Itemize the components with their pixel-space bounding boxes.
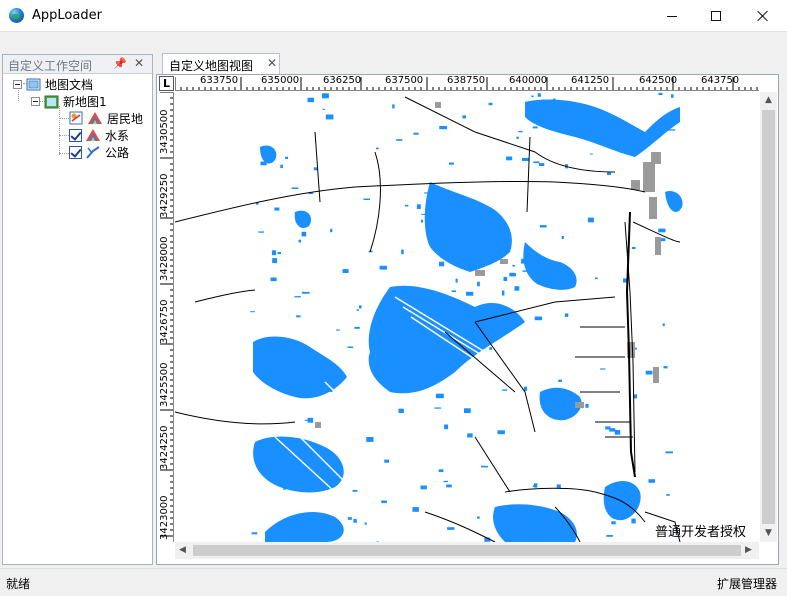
license-watermark: 普通开发者授权 [655, 525, 747, 540]
horizontal-scroll-thumb[interactable] [193, 545, 741, 556]
ruler-corner[interactable]: L [159, 76, 174, 91]
ruler-y-label: 3426750 [159, 299, 170, 344]
scroll-left-icon[interactable]: ◀ [179, 545, 186, 555]
tab-map-view[interactable]: 自定义地图视图 ✕ [162, 53, 280, 74]
extension-manager-link[interactable]: 扩展管理器 [717, 575, 777, 592]
ruler-y-label: 3424250 [159, 425, 170, 470]
ruler-x-label: 640000 [509, 75, 548, 86]
ruler-x-label: 641250 [571, 75, 610, 86]
workspace-panel-header: 自定义工作空间 📌 ✕ [3, 55, 152, 74]
ruler-x-label: 642500 [639, 75, 678, 86]
ruler-x-label: 637500 [385, 75, 424, 86]
layer-label: 水系 [105, 129, 130, 143]
status-text: 就绪 [6, 577, 31, 591]
layer-item-road[interactable]: 公路 [69, 144, 129, 161]
tree-node-map-document[interactable]: 地图文档 [13, 76, 93, 93]
line-layer-icon [86, 146, 100, 159]
tab-map-view-label: 自定义地图视图 [169, 59, 254, 73]
minimize-icon [667, 15, 677, 17]
ruler-y-label: 3425500 [159, 362, 170, 407]
layer-checkbox[interactable] [69, 129, 82, 142]
ruler-x-label: 633750 [200, 75, 239, 86]
window-title: AppLoader [32, 8, 102, 23]
layer-checkbox[interactable] [69, 146, 82, 159]
tree-node-new-map[interactable]: 新地图1 [31, 93, 107, 110]
scroll-right-icon[interactable]: ▶ [745, 545, 752, 555]
maximize-icon [711, 11, 721, 21]
scroll-down-icon[interactable]: ▼ [765, 528, 772, 538]
ruler-y-label: 3430500 [159, 109, 170, 154]
map-drawing [175, 92, 683, 542]
tree-label-new-map: 新地图1 [63, 95, 107, 109]
app-globe-icon [9, 8, 24, 23]
layer-label: 公路 [105, 146, 130, 160]
ruler-y-label: 3429250 [159, 173, 170, 218]
layer-item-water[interactable]: 水系 [69, 127, 129, 144]
map-canvas[interactable] [175, 92, 759, 542]
horizontal-ruler: 633750 635000 636250 637500 638750 64000… [175, 75, 759, 91]
layer-label: 居民地 [107, 112, 144, 126]
ruler-x-label: 643750 [701, 75, 740, 86]
polygon-layer-icon [88, 112, 102, 124]
map-document-icon [26, 78, 41, 90]
vertical-scroll-thumb[interactable] [762, 110, 775, 524]
close-icon [757, 10, 769, 22]
workspace-panel: 自定义工作空间 📌 ✕ 地图文档 新地图1 居民地 水系 公路 [2, 54, 153, 565]
collapse-icon[interactable] [13, 80, 22, 89]
vertical-ruler: 3430500 3429250 3428000 3426750 3425500 … [158, 92, 174, 542]
ruler-y-label: 3423000 [159, 495, 170, 540]
status-bar: 就绪 扩展管理器 [0, 568, 787, 596]
minimize-button[interactable] [649, 0, 695, 32]
horizontal-scrollbar[interactable]: ◀ ▶ [175, 542, 759, 559]
maximize-button[interactable] [693, 0, 739, 32]
ruler-x-label: 638750 [447, 75, 486, 86]
ruler-x-label: 635000 [261, 75, 300, 86]
tab-close-icon[interactable]: ✕ [267, 56, 277, 70]
ruler-x-label: 636250 [323, 75, 362, 86]
map-icon [44, 95, 59, 108]
scroll-up-icon[interactable]: ▲ [765, 95, 772, 105]
panel-close-icon[interactable]: ✕ [134, 56, 144, 70]
layer-visibility-icon[interactable] [69, 111, 85, 126]
vertical-scrollbar[interactable]: ▲ ▼ [760, 92, 777, 542]
collapse-icon[interactable] [31, 97, 40, 106]
ruler-y-label: 3428000 [159, 236, 170, 281]
workspace-panel-title: 自定义工作空间 [8, 59, 93, 73]
polygon-layer-icon [86, 129, 100, 141]
close-button[interactable] [740, 0, 786, 32]
layer-item-residential[interactable]: 居民地 [69, 110, 143, 127]
pin-icon[interactable]: 📌 [113, 57, 127, 70]
title-bar: AppLoader [0, 0, 787, 32]
tree-label-map-document: 地图文档 [45, 78, 94, 92]
